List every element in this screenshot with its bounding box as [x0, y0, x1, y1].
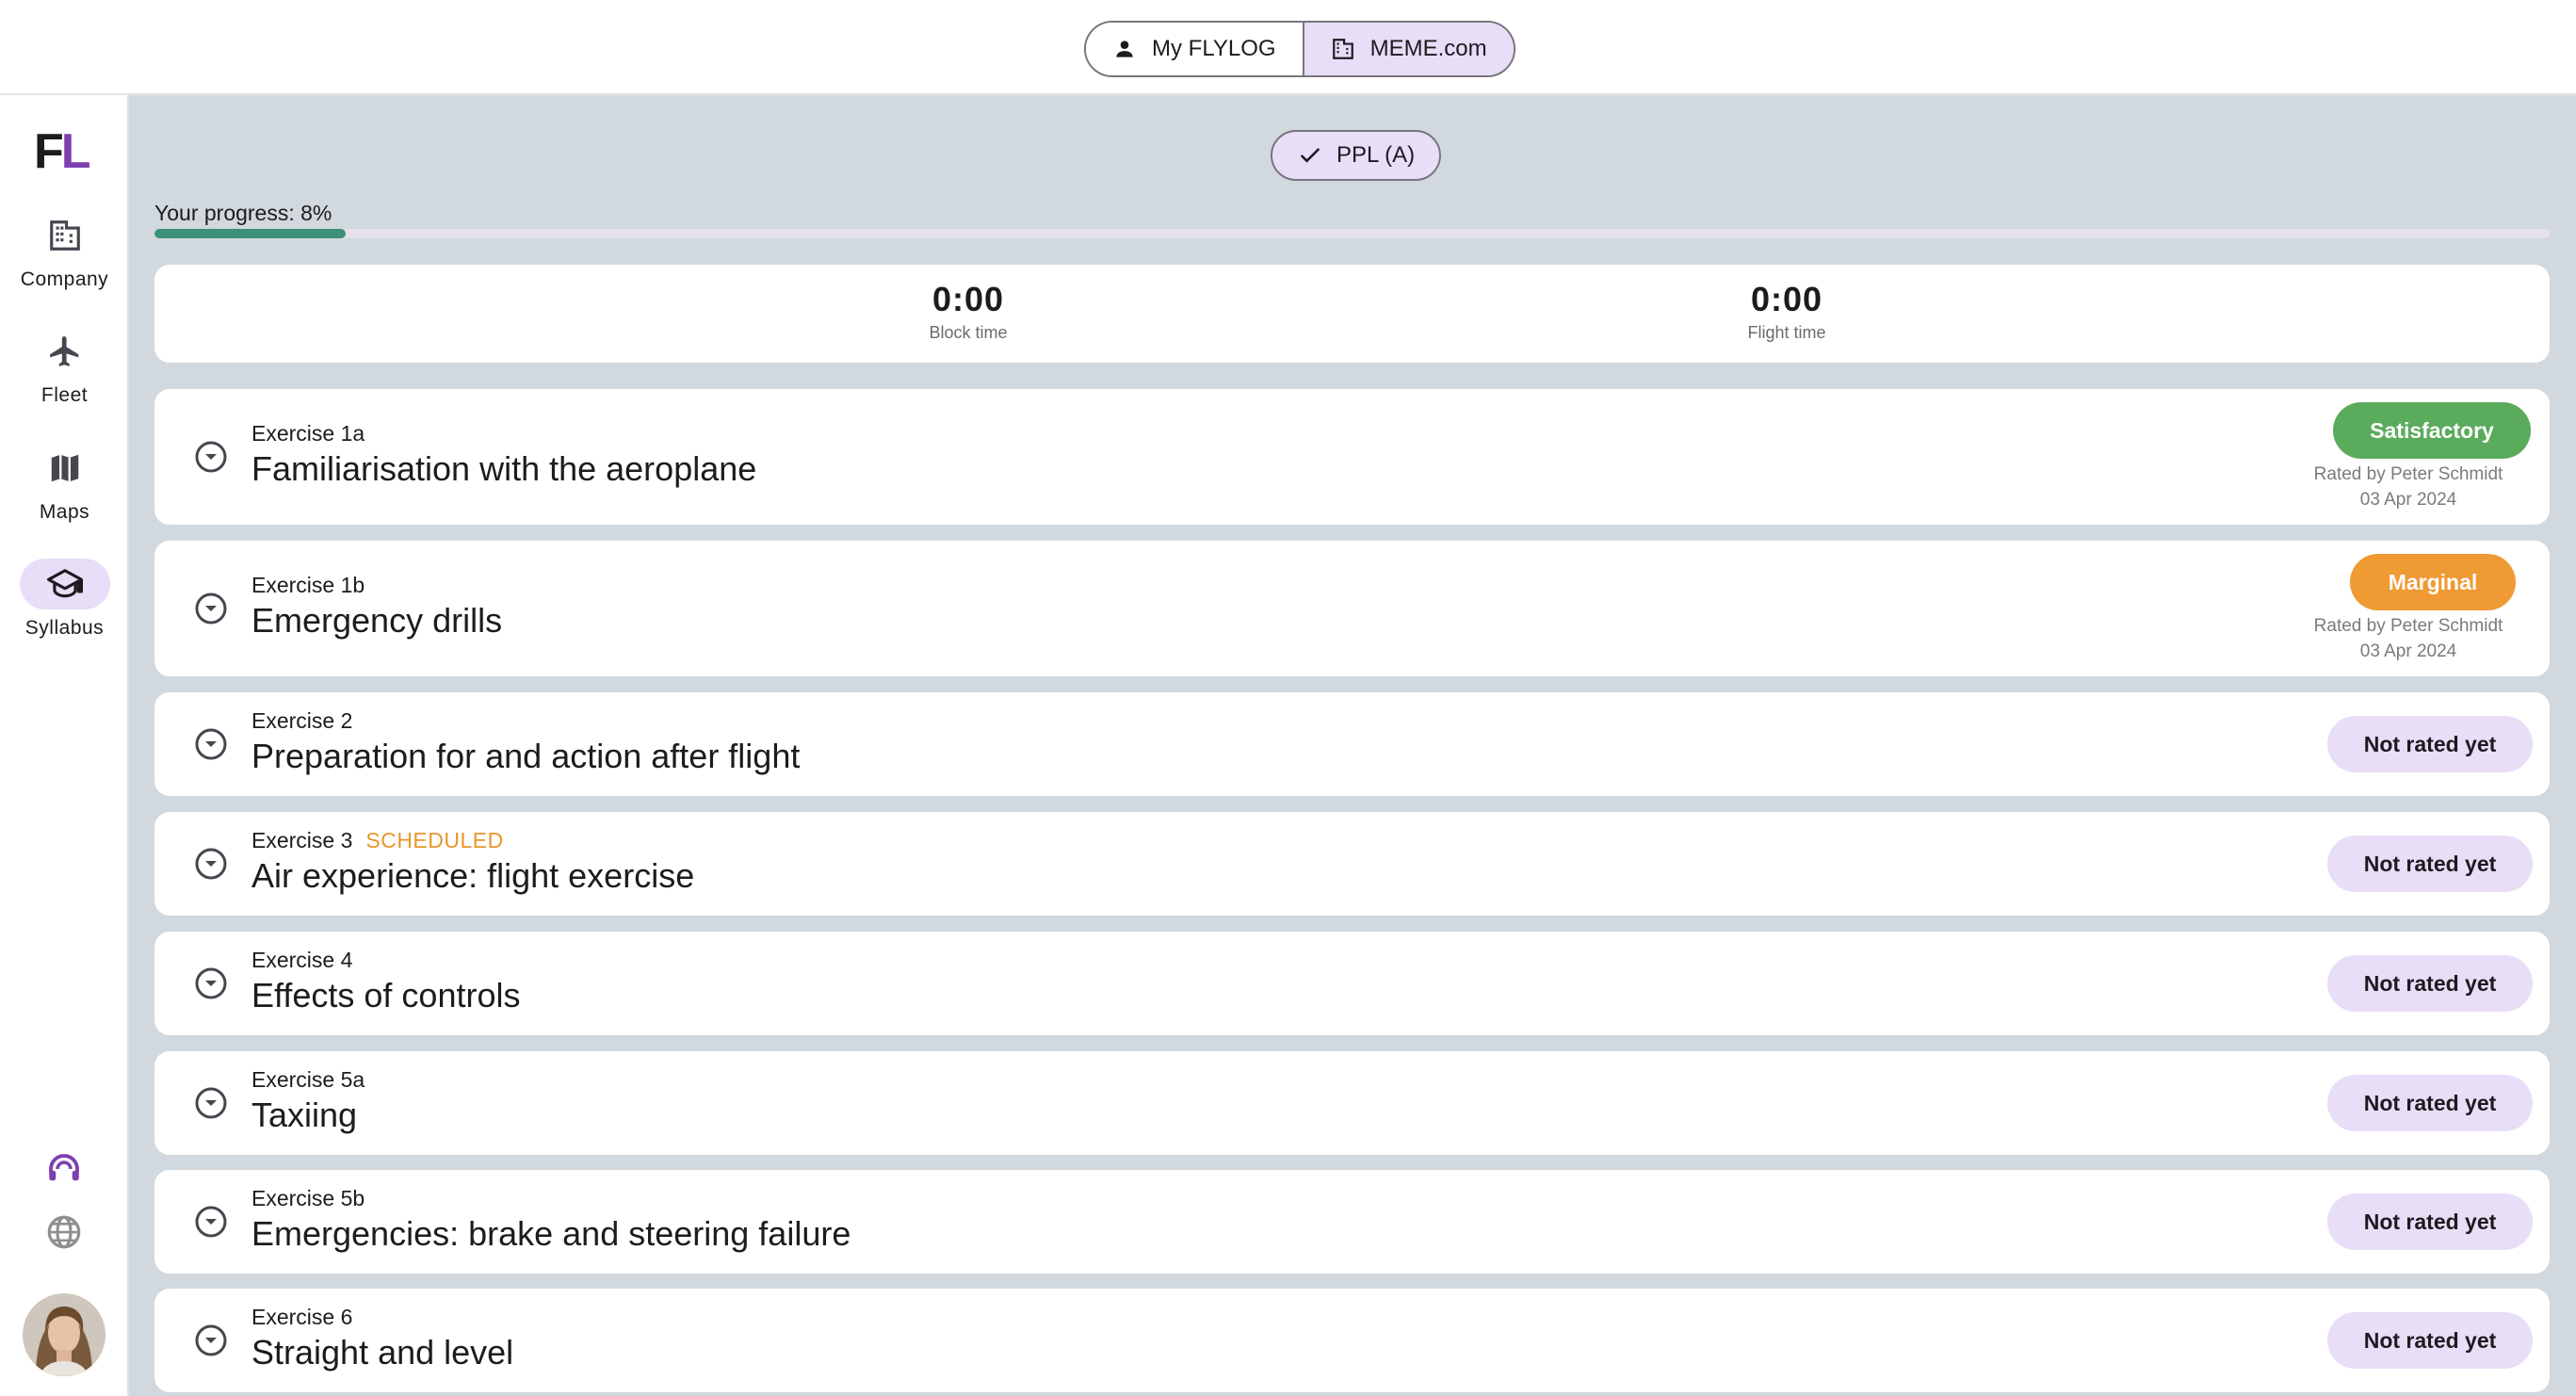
- exercise-code: Exercise 1b: [251, 573, 365, 597]
- chevron-down-icon[interactable]: [194, 847, 228, 881]
- flight-time-value: 0:00: [1750, 280, 1823, 318]
- status-badge: Marginal: [2350, 554, 2516, 610]
- exercise-card[interactable]: Exercise 6 Straight and level Not rated …: [154, 1289, 2550, 1392]
- exercise-title: Emergency drills: [251, 601, 503, 640]
- status-badge: Not rated yet: [2327, 836, 2533, 892]
- rating-info: Rated by Peter Schmidt 03 Apr 2024: [2286, 613, 2531, 664]
- my-flylog-label: My FLYLOG: [1152, 36, 1276, 61]
- chevron-down-icon[interactable]: [194, 966, 228, 1000]
- chevron-down-icon[interactable]: [194, 592, 228, 625]
- globe-icon[interactable]: [44, 1212, 84, 1252]
- top-bar: My FLYLOG MEME.com: [0, 0, 2576, 95]
- exercise-title: Familiarisation with the aeroplane: [251, 449, 757, 488]
- account-switcher: My FLYLOG MEME.com: [1084, 21, 1515, 77]
- chevron-down-icon[interactable]: [194, 1323, 228, 1357]
- company-account-button[interactable]: MEME.com: [1302, 23, 1514, 75]
- my-flylog-button[interactable]: My FLYLOG: [1086, 23, 1303, 75]
- exercise-code: Exercise 5a: [251, 1067, 365, 1092]
- exercise-card[interactable]: Exercise 1b Emergency drills Marginal Ra…: [154, 541, 2550, 676]
- rated-by-text: Rated by Peter Schmidt: [2313, 616, 2503, 636]
- chevron-down-icon[interactable]: [194, 1086, 228, 1120]
- sidebar-item-company[interactable]: Company: [0, 210, 129, 291]
- exercise-title: Preparation for and action after flight: [251, 737, 801, 775]
- exercise-code: Exercise 2: [251, 708, 353, 733]
- flight-time-stat: 0:00 Flight time: [1645, 280, 1928, 343]
- user-avatar[interactable]: [23, 1293, 105, 1376]
- exercise-code: Exercise 3 SCHEDULED: [251, 828, 504, 852]
- block-time-label: Block time: [929, 323, 1008, 342]
- status-badge: Satisfactory: [2333, 402, 2531, 459]
- plane-icon: [49, 336, 78, 366]
- exercise-card[interactable]: Exercise 2 Preparation for and action af…: [154, 692, 2550, 796]
- exercise-card[interactable]: Exercise 3 SCHEDULED Air experience: flig…: [154, 812, 2550, 916]
- rated-date-text: 03 Apr 2024: [2359, 641, 2457, 661]
- status-badge: Not rated yet: [2327, 716, 2533, 772]
- sidebar-item-fleet[interactable]: Fleet: [0, 326, 129, 407]
- exercise-title: Emergencies: brake and steering failure: [251, 1214, 851, 1253]
- map-icon: [51, 454, 78, 482]
- exercise-title: Effects of controls: [251, 976, 521, 1015]
- sidebar: FL Company Fleet Maps Syllabus: [0, 95, 129, 1396]
- support-headset-icon[interactable]: [44, 1149, 84, 1189]
- block-time-stat: 0:00 Block time: [827, 280, 1110, 343]
- progress-label: Your progress: 8%: [154, 201, 332, 225]
- block-time-value: 0:00: [932, 280, 1005, 318]
- course-filter-chip[interactable]: PPL (A): [1271, 130, 1442, 181]
- rating-info: Rated by Peter Schmidt 03 Apr 2024: [2286, 462, 2531, 512]
- course-chip-label: PPL (A): [1337, 142, 1416, 168]
- flylog-logo[interactable]: FL: [34, 123, 91, 180]
- sidebar-item-label: Maps: [39, 501, 90, 523]
- exercise-card[interactable]: Exercise 5a Taxiing Not rated yet: [154, 1051, 2550, 1155]
- exercise-code: Exercise 4: [251, 948, 353, 972]
- sidebar-item-label: Company: [20, 268, 109, 290]
- company-account-label: MEME.com: [1369, 36, 1487, 61]
- chevron-down-icon[interactable]: [194, 727, 228, 761]
- company-icon: [49, 220, 80, 251]
- exercise-card[interactable]: Exercise 5b Emergencies: brake and steer…: [154, 1170, 2550, 1274]
- scheduled-tag: SCHEDULED: [365, 828, 504, 852]
- person-icon: [1116, 41, 1133, 57]
- status-badge: Not rated yet: [2327, 955, 2533, 1012]
- sidebar-item-maps[interactable]: Maps: [0, 443, 129, 524]
- check-icon: [1300, 148, 1320, 163]
- exercise-card[interactable]: Exercise 1a Familiarisation with the aer…: [154, 389, 2550, 525]
- rated-by-text: Rated by Peter Schmidt: [2313, 464, 2503, 484]
- exercise-title: Straight and level: [251, 1333, 514, 1372]
- progress-bar: [154, 229, 2550, 238]
- sidebar-item-syllabus[interactable]: Syllabus: [0, 559, 129, 640]
- building-icon: [1332, 39, 1353, 59]
- main-content: PPL (A) Your progress: 8% 0:00 Block tim…: [129, 95, 2576, 1396]
- exercise-title: Air experience: flight exercise: [251, 856, 695, 895]
- status-badge: Not rated yet: [2327, 1193, 2533, 1250]
- progress-bar-fill: [154, 229, 347, 238]
- exercise-card[interactable]: Exercise 4 Effects of controls Not rated…: [154, 932, 2550, 1035]
- status-badge: Not rated yet: [2327, 1312, 2533, 1369]
- time-summary-card: 0:00 Block time 0:00 Flight time: [154, 265, 2550, 363]
- chevron-down-icon[interactable]: [194, 1205, 228, 1239]
- exercise-code: Exercise 6: [251, 1305, 353, 1329]
- rated-date-text: 03 Apr 2024: [2359, 490, 2457, 510]
- graduation-cap-icon: [46, 569, 83, 598]
- flight-time-label: Flight time: [1747, 323, 1826, 342]
- status-badge: Not rated yet: [2327, 1075, 2533, 1131]
- exercise-code: Exercise 5b: [251, 1186, 365, 1210]
- sidebar-item-label: Syllabus: [24, 617, 105, 639]
- exercise-code: Exercise 1a: [251, 421, 365, 446]
- sidebar-item-label: Fleet: [41, 384, 89, 406]
- exercise-title: Taxiing: [251, 1096, 358, 1134]
- chevron-down-icon[interactable]: [194, 440, 228, 474]
